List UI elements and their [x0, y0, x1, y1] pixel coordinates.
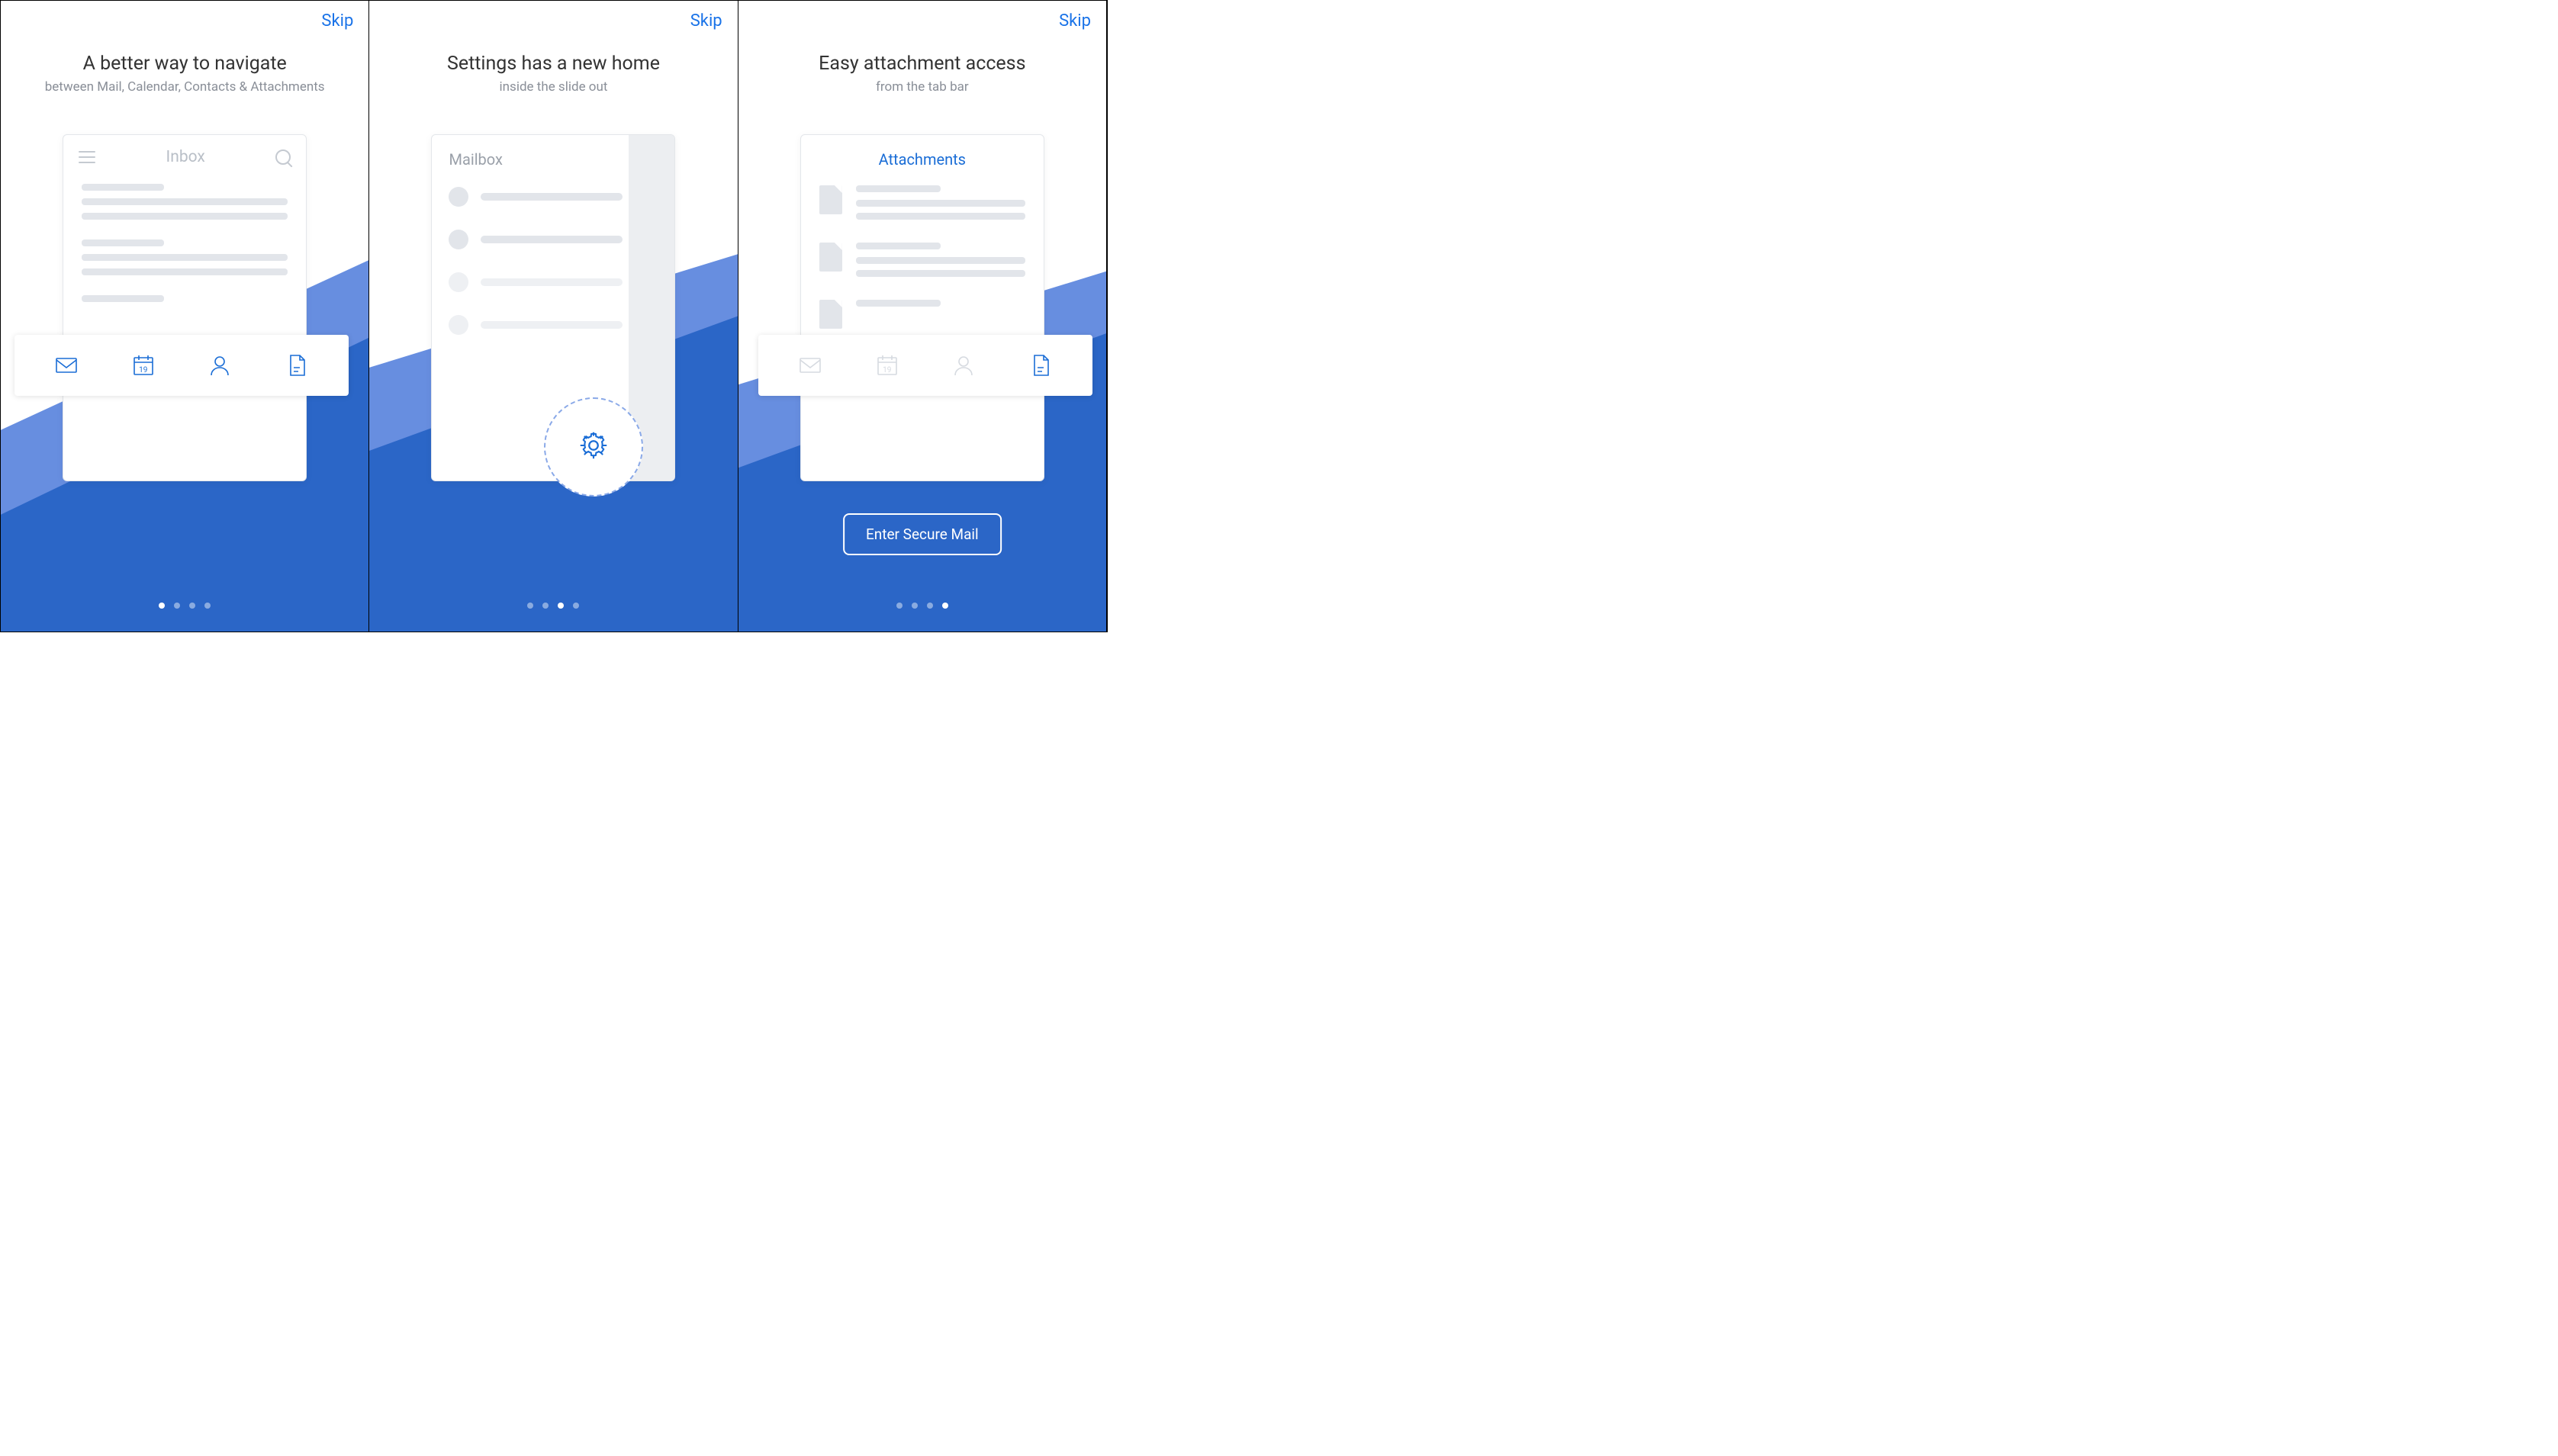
page-dot	[558, 603, 564, 609]
attachments-file-icon[interactable]	[283, 352, 310, 379]
onboarding-panel-1: Skip A better way to navigate between Ma…	[1, 1, 369, 632]
search-icon	[275, 149, 291, 165]
page-dot	[542, 603, 549, 609]
mock-title: Inbox	[95, 148, 275, 166]
page-title: Settings has a new home	[369, 53, 737, 75]
headings: A better way to navigate between Mail, C…	[1, 53, 368, 95]
mock-header: Inbox	[63, 135, 306, 179]
skip-button[interactable]: Skip	[690, 11, 722, 31]
mail-icon[interactable]	[796, 352, 824, 379]
page-dot	[896, 603, 903, 609]
page-dot	[912, 603, 918, 609]
page-indicator	[527, 603, 579, 609]
calendar-day: 19	[883, 366, 891, 374]
page-subtitle: between Mail, Calendar, Contacts & Attac…	[1, 79, 368, 95]
page-dot	[204, 603, 211, 609]
hamburger-icon	[79, 151, 95, 163]
page-dot	[159, 603, 165, 609]
page-dot	[927, 603, 933, 609]
mock-content-skeleton	[63, 179, 306, 314]
attachments-mock-card: Attachments	[800, 134, 1044, 481]
page-dot	[527, 603, 533, 609]
page-dot	[942, 603, 948, 609]
settings-highlight-circle	[544, 397, 643, 497]
attachment-row	[801, 283, 1044, 329]
headings: Settings has a new home inside the slide…	[369, 53, 737, 95]
attachments-title: Attachments	[801, 135, 1044, 169]
attachments-file-icon[interactable]	[1027, 352, 1054, 379]
gear-icon[interactable]	[576, 428, 611, 466]
mail-icon[interactable]	[53, 352, 80, 379]
page-title: A better way to navigate	[1, 53, 368, 75]
page-indicator	[159, 603, 211, 609]
skip-button[interactable]: Skip	[321, 11, 353, 31]
inbox-mock-card: Inbox	[63, 134, 307, 481]
page-dot	[174, 603, 180, 609]
page-subtitle: inside the slide out	[369, 79, 737, 95]
feature-tabbar: 19	[758, 335, 1092, 396]
file-pdf-icon	[819, 185, 842, 214]
contacts-icon[interactable]	[206, 352, 233, 379]
calendar-day: 19	[139, 366, 147, 374]
page-title: Easy attachment access	[738, 53, 1106, 75]
page-indicator	[896, 603, 948, 609]
onboarding-panel-2: Skip Settings has a new home inside the …	[369, 1, 738, 632]
calendar-icon[interactable]: 19	[874, 352, 901, 379]
feature-tabbar: 19	[14, 335, 349, 396]
headings: Easy attachment access from the tab bar	[738, 53, 1106, 95]
file-image-icon	[819, 243, 842, 272]
attachment-row	[801, 169, 1044, 226]
skip-button[interactable]: Skip	[1059, 11, 1091, 31]
contacts-icon[interactable]	[950, 352, 977, 379]
calendar-icon[interactable]: 19	[130, 352, 157, 379]
onboarding-panel-3: Skip Easy attachment access from the tab…	[738, 1, 1107, 632]
page-dot	[189, 603, 195, 609]
enter-secure-mail-button[interactable]: Enter Secure Mail	[843, 513, 1002, 555]
mailbox-label: Mailbox	[449, 150, 623, 169]
page-subtitle: from the tab bar	[738, 79, 1106, 95]
file-generic-icon	[819, 300, 842, 329]
page-dot	[573, 603, 579, 609]
attachment-row	[801, 226, 1044, 283]
